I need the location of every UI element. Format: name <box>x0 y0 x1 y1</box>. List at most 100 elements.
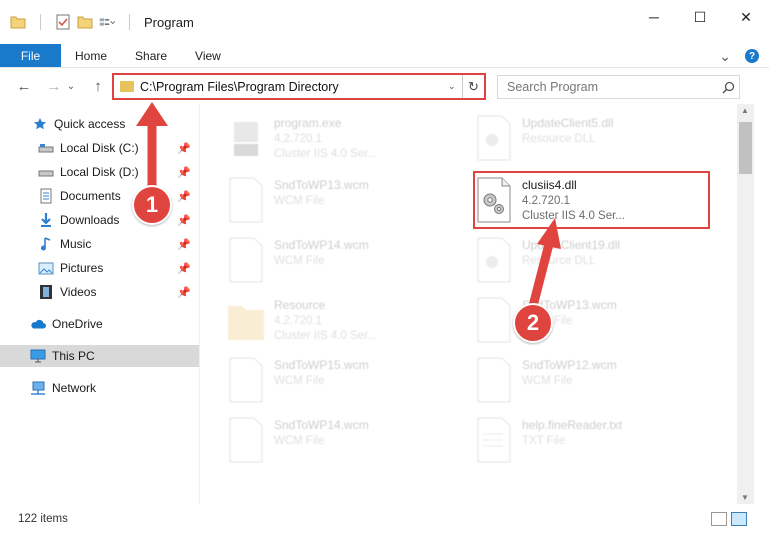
pin-icon[interactable]: 📌 <box>177 238 191 251</box>
file-meta: 4.2.720.1 <box>274 315 322 327</box>
address-dropdown-button[interactable]: ⌄ <box>448 81 462 92</box>
tab-share[interactable]: Share <box>121 44 181 67</box>
file-highlight-box <box>473 171 710 229</box>
file-name: UpdateClient5.dll <box>522 116 614 130</box>
pin-icon[interactable]: 📌 <box>177 286 191 299</box>
pin-icon[interactable]: 📌 <box>177 142 191 155</box>
text-file-icon <box>477 417 511 463</box>
sidebar-item-this-pc[interactable]: This PC <box>0 345 199 367</box>
title-bar: Program ─ ☐ ✕ <box>0 0 769 44</box>
file-meta: 4.2.720.1 <box>274 133 322 145</box>
address-bar[interactable]: C:\Program Files\Program Directory ⌄ ↻ <box>112 73 486 100</box>
file-item[interactable]: SndToWP15.wcm WCM File <box>200 350 440 408</box>
vertical-scrollbar[interactable]: ▲ ▼ <box>737 104 754 504</box>
sidebar-item-label: This PC <box>52 349 95 363</box>
drive-icon <box>38 140 54 156</box>
expand-ribbon-button[interactable]: ⌄ <box>719 48 731 65</box>
help-icon[interactable]: ? <box>745 49 759 63</box>
file-item[interactable]: SndToWP13.wcm WCM File <box>448 290 688 348</box>
file-item[interactable]: SndToWP14.wcm WCM File <box>200 410 440 468</box>
address-path[interactable]: C:\Program Files\Program Directory <box>140 80 448 94</box>
file-item[interactable]: UpdateClient19.dll Resource DLL <box>448 230 688 288</box>
document-icon <box>477 297 511 343</box>
file-name: SndToWP15.wcm <box>274 358 369 372</box>
scroll-thumb[interactable] <box>739 122 752 174</box>
sidebar-item-label: Local Disk (D:) <box>60 165 139 179</box>
properties-icon[interactable] <box>55 14 71 30</box>
sidebar-item-onedrive[interactable]: OneDrive <box>0 313 199 335</box>
sidebar-item-label: Quick access <box>54 117 126 131</box>
sidebar-item-label: Pictures <box>60 261 104 275</box>
pin-icon[interactable]: 📌 <box>177 190 191 203</box>
sidebar-item-local-disk-c[interactable]: Local Disk (C:) 📌 <box>0 137 199 159</box>
toolbar-separator <box>40 14 41 30</box>
quick-access-toolbar: Program <box>0 14 194 30</box>
sidebar-item-label: Documents <box>60 189 121 203</box>
file-name: Resource <box>274 298 326 312</box>
tab-view[interactable]: View <box>181 44 235 67</box>
sidebar-item-music[interactable]: Music 📌 <box>0 233 199 255</box>
large-icons-view-icon[interactable] <box>731 512 747 526</box>
minimize-button[interactable]: ─ <box>631 0 677 34</box>
pictures-icon <box>38 260 54 276</box>
window-controls: ─ ☐ ✕ <box>631 0 769 44</box>
refresh-button[interactable]: ↻ <box>462 75 484 98</box>
tab-file[interactable]: File <box>0 44 61 67</box>
forward-button[interactable]: → <box>42 74 66 98</box>
file-meta: WCM File <box>274 195 325 207</box>
file-meta: Resource DLL <box>522 255 596 267</box>
file-item[interactable]: UpdateClient5.dll Resource DLL <box>448 108 688 166</box>
network-icon <box>30 380 46 396</box>
file-item[interactable]: SndToWP13.wcm WCM File <box>200 170 440 228</box>
sidebar-item-network[interactable]: Network <box>0 377 199 399</box>
callout-step-2: 2 <box>513 303 553 343</box>
cloud-icon <box>30 316 46 332</box>
document-icon <box>229 357 263 403</box>
scroll-down-icon[interactable]: ▼ <box>741 493 749 502</box>
sidebar-item-pictures[interactable]: Pictures 📌 <box>0 257 199 279</box>
sidebar-item-local-disk-d[interactable]: Local Disk (D:) 📌 <box>0 161 199 183</box>
drive-icon <box>38 164 54 180</box>
tab-home[interactable]: Home <box>61 44 121 67</box>
scroll-up-icon[interactable]: ▲ <box>741 106 749 115</box>
document-icon <box>229 417 263 463</box>
file-name: program.exe <box>274 116 342 130</box>
ribbon-tabs: File Home Share View ⌄ ? <box>0 44 769 68</box>
recent-locations-button[interactable]: ⌄ <box>64 74 78 98</box>
sidebar-item-videos[interactable]: Videos 📌 <box>0 281 199 303</box>
sidebar-item-label: Videos <box>60 285 97 299</box>
search-box[interactable] <box>497 75 740 99</box>
details-view-icon[interactable] <box>711 512 727 526</box>
up-button[interactable]: ↑ <box>86 74 110 98</box>
file-meta: WCM File <box>522 375 573 387</box>
file-item[interactable]: program.exe 4.2.720.1 Cluster IIS 4.0 Se… <box>200 108 440 166</box>
sidebar-item-quick-access[interactable]: Quick access <box>0 113 199 135</box>
pin-icon[interactable]: 📌 <box>177 166 191 179</box>
new-folder-icon[interactable] <box>77 14 93 30</box>
file-item[interactable]: Resource 4.2.720.1 Cluster IIS 4.0 Ser..… <box>200 290 440 348</box>
maximize-button[interactable]: ☐ <box>677 0 723 34</box>
file-meta: WCM File <box>274 375 325 387</box>
navigation-pane: Quick access Local Disk (C:) 📌 Local Dis… <box>0 104 200 504</box>
file-item[interactable]: SndToWP12.wcm WCM File <box>448 350 688 408</box>
file-item[interactable]: SndToWP14.wcm WCM File <box>200 230 440 288</box>
folder-icon <box>120 81 134 92</box>
file-name: UpdateClient19.dll <box>522 238 621 252</box>
window-title: Program <box>144 14 194 30</box>
file-name: help.fineReader.txt <box>522 418 623 432</box>
search-input[interactable] <box>507 80 717 94</box>
music-note-icon <box>38 236 54 252</box>
back-button[interactable]: ← <box>12 74 36 98</box>
film-icon <box>38 284 54 300</box>
close-button[interactable]: ✕ <box>723 0 769 34</box>
customize-toolbar-icon[interactable] <box>99 14 115 30</box>
callout-step-1: 1 <box>132 185 172 225</box>
pin-icon[interactable]: 📌 <box>177 262 191 275</box>
file-name: SndToWP14.wcm <box>274 238 369 252</box>
file-item[interactable]: help.fineReader.txt TXT File <box>448 410 688 468</box>
search-icon[interactable] <box>717 81 739 94</box>
file-meta: WCM File <box>274 255 325 267</box>
computer-icon <box>30 348 46 364</box>
pin-icon[interactable]: 📌 <box>177 214 191 227</box>
dll-gear-icon <box>477 115 511 161</box>
